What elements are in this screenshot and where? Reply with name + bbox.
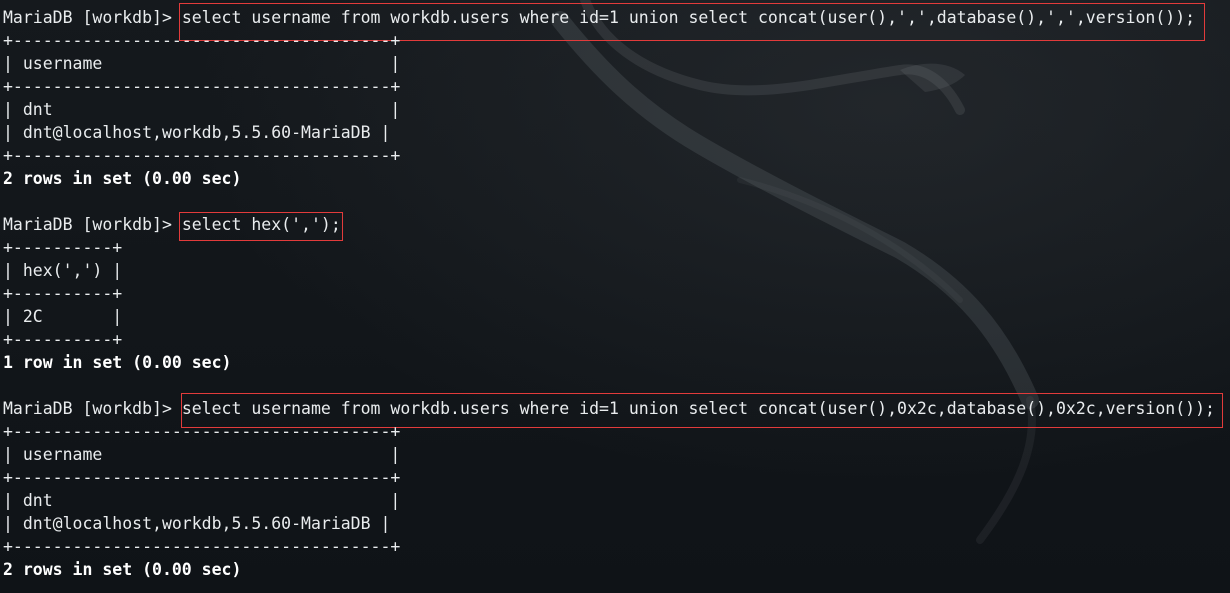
table-border-line: +--------------------------------------+	[3, 146, 401, 165]
prompt-text: MariaDB [workdb]>	[3, 8, 182, 27]
result-status: 1 row in set (0.00 sec)	[3, 353, 232, 372]
table-border-line: +--------------------------------------+	[3, 77, 401, 96]
table-border-line: +--------------------------------------+	[3, 468, 401, 487]
table-border-line: +--------------------------------------+	[3, 537, 401, 556]
table-border-line: +----------+	[3, 284, 123, 303]
table-border-line: +----------+	[3, 330, 123, 349]
table-row: | dnt |	[3, 100, 401, 119]
table-header-row: | username |	[3, 445, 401, 464]
terminal-window[interactable]: MariaDB [workdb]> select username from w…	[0, 0, 1230, 593]
table-border-line: +--------------------------------------+	[3, 422, 401, 441]
result-status: 2 rows in set (0.00 sec)	[3, 169, 242, 188]
table-border-line: +----------+	[3, 238, 123, 257]
command-highlight-box	[179, 212, 343, 241]
table-header-row: | username |	[3, 54, 401, 73]
table-header-row: | hex(',') |	[3, 261, 123, 280]
result-status: 2 rows in set (0.00 sec)	[3, 560, 242, 579]
table-row: | dnt@localhost,workdb,5.5.60-MariaDB |	[3, 514, 391, 533]
prompt-text: MariaDB [workdb]>	[3, 215, 182, 234]
table-row: | dnt@localhost,workdb,5.5.60-MariaDB |	[3, 123, 391, 142]
table-row: | 2C |	[3, 307, 123, 326]
prompt-text: MariaDB [workdb]>	[3, 399, 182, 418]
table-row: | dnt |	[3, 491, 401, 510]
table-border-line: +--------------------------------------+	[3, 31, 401, 50]
